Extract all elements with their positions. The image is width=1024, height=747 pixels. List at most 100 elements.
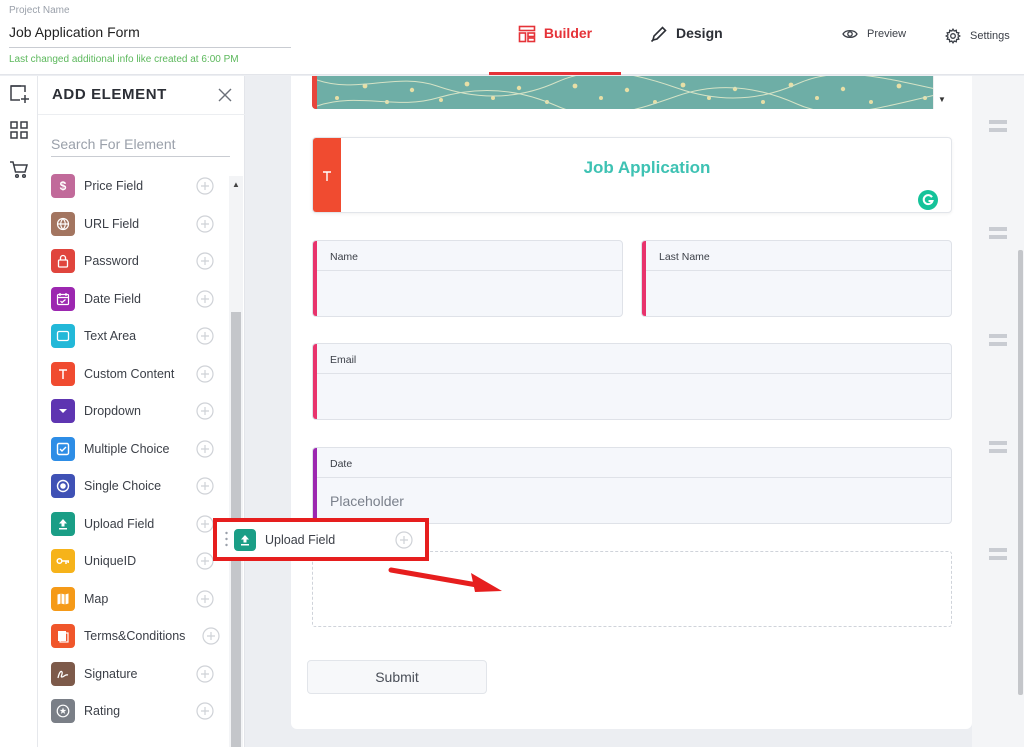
add-circle-icon[interactable] <box>196 289 214 308</box>
globe-icon <box>51 211 75 236</box>
element-label: Text Area <box>84 329 137 343</box>
element-item-custom-content[interactable]: Custom Content <box>51 361 216 387</box>
add-circle-icon[interactable] <box>196 664 214 683</box>
last-changed-info: Last changed additional info like create… <box>9 54 239 65</box>
element-label: Multiple Choice <box>84 441 170 456</box>
settings-label: Settings <box>970 30 1010 42</box>
signature-icon <box>51 661 75 686</box>
cart-icon[interactable] <box>8 158 30 180</box>
radio-icon <box>51 474 75 498</box>
last-name-field[interactable]: Last Name <box>641 240 952 317</box>
top-bar: Project Name Job Application Form Last c… <box>0 0 1024 75</box>
search-input[interactable] <box>51 132 230 157</box>
panel-divider <box>38 114 245 115</box>
text-icon <box>313 138 341 212</box>
field-label: Last Name <box>659 251 710 263</box>
element-label: Password <box>84 254 139 268</box>
field-label: Date <box>330 458 353 470</box>
header-banner-image <box>312 76 952 109</box>
add-circle-icon[interactable] <box>395 531 413 549</box>
element-item-date-field[interactable]: Date Field <box>51 286 216 312</box>
grid-icon[interactable] <box>8 119 30 141</box>
field-label: Email <box>330 354 357 366</box>
add-circle-icon[interactable] <box>196 214 214 233</box>
scroll-down-arrow-icon[interactable]: ▼ <box>938 95 946 104</box>
element-item-uniqueid[interactable]: UniqueID <box>51 548 216 574</box>
field-label: Name <box>330 251 359 263</box>
add-circle-icon[interactable] <box>196 552 214 570</box>
element-label: Rating <box>84 704 121 718</box>
add-element-panel: ADD ELEMENT ▲ $ Price Field URL Field Pa… <box>38 76 245 747</box>
lock-icon <box>51 249 75 273</box>
add-element-icon[interactable] <box>8 83 30 105</box>
name-field[interactable]: Name <box>312 240 623 317</box>
element-label: UniqueID <box>84 554 137 568</box>
element-item-url-field[interactable]: URL Field <box>51 211 216 237</box>
element-item-upload-field[interactable]: Upload Field <box>51 511 216 537</box>
add-circle-icon[interactable] <box>196 364 214 383</box>
element-item-terms-conditions[interactable]: Terms&Conditions <box>51 623 220 649</box>
field-divider <box>317 270 622 271</box>
textarea-icon <box>51 324 75 348</box>
add-circle-icon[interactable] <box>196 439 214 458</box>
element-item-signature[interactable]: Signature <box>51 661 216 687</box>
dropdown-icon <box>51 399 75 423</box>
settings-button[interactable]: Settings <box>945 28 1010 44</box>
element-label: URL Field <box>84 216 140 231</box>
dollar-icon: $ <box>51 174 75 198</box>
submit-button[interactable]: Submit <box>307 660 487 694</box>
add-circle-icon[interactable] <box>196 327 214 345</box>
email-field[interactable]: Email <box>312 343 952 420</box>
row-drag-handle-icon[interactable] <box>989 225 1007 241</box>
key-icon <box>51 549 75 573</box>
field-accent-bar <box>313 241 317 316</box>
document-icon <box>51 624 75 648</box>
element-label: Signature <box>84 666 138 681</box>
map-icon <box>51 586 75 611</box>
add-circle-icon[interactable] <box>196 589 214 608</box>
page-scrollbar[interactable] <box>1018 250 1023 695</box>
star-icon <box>51 699 75 723</box>
add-circle-icon[interactable] <box>196 702 214 720</box>
calendar-icon <box>51 286 75 311</box>
scroll-up-arrow-icon[interactable]: ▲ <box>232 180 240 189</box>
element-item-single-choice[interactable]: Single Choice <box>51 473 216 499</box>
add-circle-icon[interactable] <box>196 177 214 195</box>
project-name-input[interactable]: Job Application Form <box>9 24 291 48</box>
add-circle-icon[interactable] <box>196 252 214 270</box>
row-drag-handle-icon[interactable] <box>989 118 1007 134</box>
field-accent-bar <box>642 241 646 316</box>
title-card[interactable]: Job Application <box>312 137 952 213</box>
row-drag-handle-icon[interactable] <box>989 439 1007 455</box>
element-item-text-area[interactable]: Text Area <box>51 323 216 349</box>
form-title[interactable]: Job Application <box>341 158 951 178</box>
banner-scrollbar[interactable] <box>933 76 952 109</box>
row-drag-handle-icon[interactable] <box>989 332 1007 348</box>
upload-icon <box>234 529 256 551</box>
add-circle-icon[interactable] <box>202 627 220 645</box>
element-item-multiple-choice[interactable]: Multiple Choice <box>51 436 216 462</box>
grammarly-icon[interactable] <box>918 190 938 210</box>
add-circle-icon[interactable] <box>196 514 214 533</box>
element-item-map[interactable]: Map <box>51 586 216 612</box>
gear-icon <box>945 28 961 44</box>
upload-icon <box>51 511 75 536</box>
element-label: Upload Field <box>84 516 155 531</box>
tab-builder[interactable]: Builder <box>489 25 621 75</box>
element-item-password[interactable]: Password <box>51 248 216 274</box>
element-item-dropdown[interactable]: Dropdown <box>51 398 216 424</box>
preview-button[interactable]: Preview <box>842 28 906 40</box>
tab-design[interactable]: Design <box>650 25 723 75</box>
checkbox-icon <box>51 436 75 461</box>
element-label: Price Field <box>84 179 144 193</box>
date-field[interactable]: Date Placeholder <box>312 447 952 524</box>
element-item-price-field[interactable]: $ Price Field <box>51 173 216 199</box>
field-accent-bar <box>313 448 317 523</box>
dragged-element-highlight[interactable]: Upload Field <box>213 518 429 561</box>
add-circle-icon[interactable] <box>196 402 214 420</box>
row-drag-handle-icon[interactable] <box>989 546 1007 562</box>
element-item-rating[interactable]: Rating <box>51 698 216 724</box>
add-circle-icon[interactable] <box>196 477 214 495</box>
drag-handle-icon[interactable] <box>225 531 228 547</box>
close-icon[interactable] <box>216 86 234 104</box>
